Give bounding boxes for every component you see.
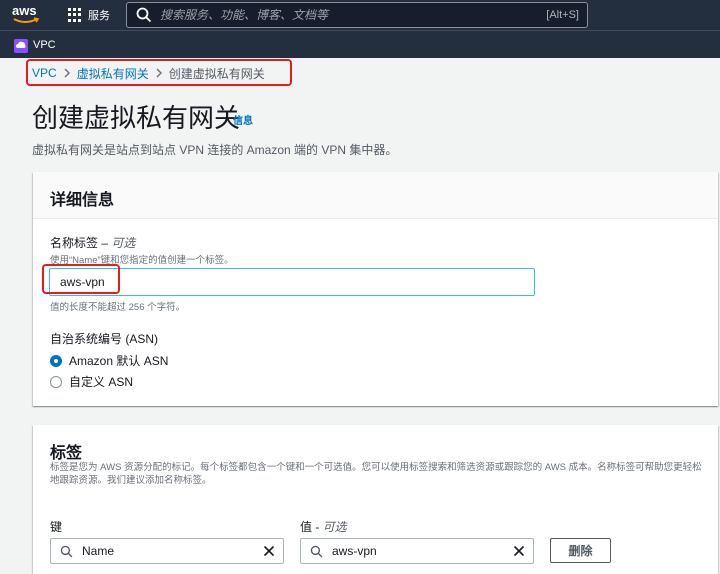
tag-value-input[interactable]: aws-vpn: [300, 538, 534, 564]
clear-icon[interactable]: [263, 545, 275, 557]
asn-label: 自治系统编号 (ASN): [50, 332, 159, 346]
top-navigation: aws 服务 [Alt+S]: [0, 0, 720, 30]
name-tag-input[interactable]: [49, 268, 535, 296]
aws-logo[interactable]: aws: [12, 3, 42, 27]
search-input[interactable]: [160, 8, 547, 22]
length-constraint-hint: 值的长度不能超过 256 个字符。: [50, 302, 186, 313]
chevron-right-icon: [57, 68, 77, 78]
search-shortcut-hint: [Alt+S]: [546, 9, 579, 21]
aws-logo-text: aws: [12, 3, 37, 18]
name-tag-label-text: 名称标签 –: [50, 236, 112, 250]
services-label: 服务: [88, 10, 110, 22]
tag-value-label-text: 值 -: [300, 520, 323, 534]
tag-value-value[interactable]: aws-vpn: [332, 544, 513, 558]
asn-option-custom[interactable]: 自定义 ASN: [50, 373, 133, 390]
name-tag-label: 名称标签 – 可选: [50, 234, 135, 251]
details-panel-title: 详细信息: [50, 192, 115, 209]
page-description: 虚拟私有网关是站点到站点 VPN 连接的 Amazon 端的 VPN 集中器。: [32, 143, 398, 157]
vpc-service-icon[interactable]: [14, 39, 28, 53]
chevron-right-icon: [149, 68, 169, 78]
tags-panel-title: 标签: [50, 445, 83, 462]
breadcrumb: VPC 虚拟私有网关 创建虚拟私有网关: [32, 64, 265, 82]
asn-option-amazon-default[interactable]: Amazon 默认 ASN: [50, 352, 168, 369]
search-icon: [136, 7, 152, 23]
breadcrumb-vpc[interactable]: VPC: [32, 66, 57, 80]
search-icon: [60, 545, 73, 557]
breadcrumb-virtual-private-gateways[interactable]: 虚拟私有网关: [77, 65, 149, 82]
page-title: 创建虚拟私有网关: [32, 103, 241, 133]
tags-description: 标签是您为 AWS 资源分配的标记。每个标签都包含一个键和一个可选值。您可以使用…: [50, 462, 702, 486]
aws-smile-icon: [13, 17, 40, 23]
optional-label: 可选: [111, 236, 136, 250]
global-search[interactable]: [Alt+S]: [126, 2, 588, 28]
clear-icon[interactable]: [513, 545, 525, 557]
optional-label: 可选: [322, 520, 347, 534]
radio-unselected-icon[interactable]: [50, 375, 62, 388]
search-icon: [310, 545, 323, 557]
details-panel-header: 详细信息: [33, 172, 718, 219]
service-favorites-bar: VPC: [0, 30, 720, 58]
info-link[interactable]: 信息: [233, 112, 253, 127]
asn-option-label: 自定义 ASN: [69, 375, 134, 389]
tag-value-label: 值 - 可选: [300, 518, 347, 535]
vpc-service-link[interactable]: VPC: [33, 39, 56, 51]
remove-tag-button[interactable]: 删除: [550, 538, 611, 563]
breadcrumb-current-page: 创建虚拟私有网关: [168, 66, 265, 81]
tags-panel: 标签 标签是您为 AWS 资源分配的标记。每个标签都包含一个键和一个可选值。您可…: [33, 425, 718, 574]
tag-key-input[interactable]: Name: [50, 538, 284, 564]
tag-key-value[interactable]: Name: [82, 544, 263, 558]
tag-key-label: 键: [50, 520, 63, 534]
radio-selected-icon[interactable]: [50, 354, 62, 367]
grid-menu-icon: [68, 8, 82, 22]
services-menu-button[interactable]: 服务: [68, 5, 110, 25]
name-input-highlight-box: [42, 264, 120, 294]
asn-option-label: Amazon 默认 ASN: [69, 354, 169, 368]
details-panel: 详细信息 名称标签 – 可选 使用“Name”键和您指定的值创建一个标签。 值的…: [33, 172, 718, 406]
